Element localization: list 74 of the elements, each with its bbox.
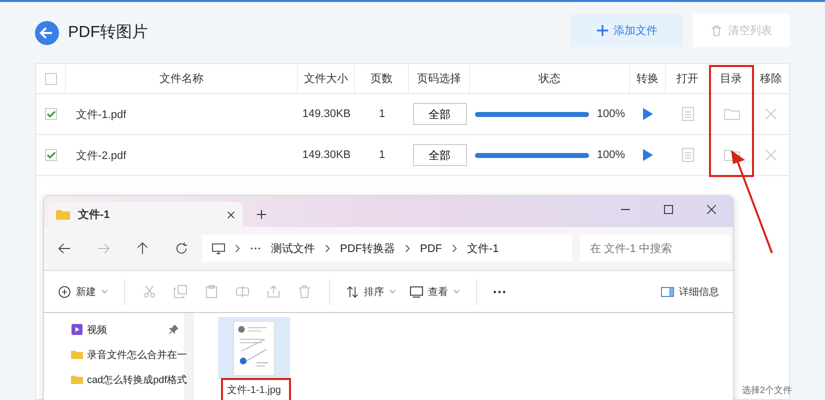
explorer-tab[interactable]: 文件-1 bbox=[48, 202, 243, 227]
breadcrumb-item[interactable]: PDF bbox=[420, 242, 442, 254]
new-tab-icon[interactable] bbox=[257, 210, 266, 219]
chevron-icon bbox=[452, 244, 457, 253]
select-all-checkbox[interactable] bbox=[44, 72, 56, 84]
more-icon[interactable] bbox=[250, 247, 261, 250]
sidebar-item[interactable]: cad怎么转换成pdf格式 bbox=[71, 367, 184, 392]
folder-icon[interactable] bbox=[724, 149, 740, 161]
file-size: 149.30KB bbox=[302, 149, 351, 161]
trash-icon bbox=[711, 25, 722, 36]
chevron-icon bbox=[405, 244, 410, 253]
more-icon[interactable] bbox=[493, 290, 506, 294]
up-arrow-icon[interactable] bbox=[136, 242, 149, 255]
column-header: 页码选择 bbox=[417, 72, 461, 86]
page-select-button[interactable]: 全部 bbox=[412, 144, 466, 166]
breadcrumb-item[interactable]: 测试文件 bbox=[271, 241, 315, 256]
folder-icon bbox=[56, 209, 70, 220]
play-icon[interactable] bbox=[643, 149, 653, 161]
image-thumbnail[interactable] bbox=[233, 320, 275, 376]
page-count: 1 bbox=[378, 108, 386, 120]
panel-icon bbox=[661, 286, 674, 298]
sort-button[interactable]: 排序 bbox=[342, 282, 400, 302]
search-field[interactable]: 在 文件-1 中搜索 bbox=[580, 235, 730, 262]
row-checkbox[interactable] bbox=[45, 149, 57, 161]
back-icon[interactable] bbox=[35, 20, 59, 44]
column-header: 目录 bbox=[720, 72, 742, 86]
file-name: 文件-1.pdf bbox=[76, 108, 126, 122]
file-size: 149.30KB bbox=[302, 108, 351, 120]
page-select-button[interactable]: 全部 bbox=[412, 103, 466, 125]
file-name[interactable]: 文件-1-1.jpg bbox=[227, 383, 281, 397]
column-header: 文件名称 bbox=[160, 72, 204, 86]
column-header: 转换 bbox=[636, 72, 658, 86]
column-header: 页数 bbox=[370, 72, 392, 86]
plus-circle-icon bbox=[58, 286, 71, 298]
caret-icon bbox=[101, 289, 108, 294]
close-icon[interactable] bbox=[707, 205, 716, 214]
plus-icon bbox=[596, 25, 608, 36]
page-title: PDF转图片 bbox=[68, 22, 148, 43]
folder-icon bbox=[71, 374, 83, 385]
refresh-icon[interactable] bbox=[175, 242, 188, 255]
details-button[interactable]: 详细信息 bbox=[657, 282, 723, 302]
play-icon[interactable] bbox=[643, 108, 653, 120]
column-header: 打开 bbox=[676, 72, 698, 86]
folder-icon bbox=[71, 349, 83, 360]
caret-icon bbox=[389, 289, 396, 294]
chevron-icon bbox=[325, 244, 330, 253]
column-header: 文件大小 bbox=[304, 72, 348, 86]
row-checkbox[interactable] bbox=[45, 108, 57, 120]
selection-status: 选择2个文件 bbox=[742, 384, 792, 397]
pin-icon bbox=[169, 325, 178, 334]
caret-icon bbox=[453, 289, 460, 294]
column-header: 状态 bbox=[538, 72, 560, 86]
monitor-icon bbox=[410, 286, 423, 298]
tab-title: 文件-1 bbox=[78, 208, 111, 222]
progress-reading: 100% bbox=[596, 108, 626, 120]
sidebar-item[interactable]: 视频 bbox=[71, 317, 184, 342]
close-icon[interactable] bbox=[227, 210, 235, 218]
breadcrumb-item[interactable]: PDF转换器 bbox=[340, 241, 395, 256]
sidebar-item[interactable]: 录音文件怎么合并在一 bbox=[71, 342, 184, 367]
add-file-button[interactable]: 添加文件 bbox=[571, 14, 683, 47]
column-header: 移除 bbox=[760, 72, 782, 86]
file-name: 文件-2.pdf bbox=[76, 148, 126, 162]
progress-reading: 100% bbox=[596, 149, 626, 161]
address-bar[interactable]: 测试文件 PDF转换器 PDF 文件-1 bbox=[202, 235, 572, 262]
sort-icon bbox=[346, 286, 359, 298]
new-button[interactable]: 新建 bbox=[54, 282, 112, 302]
maximize-icon[interactable] bbox=[664, 205, 673, 214]
chevron-icon bbox=[235, 244, 240, 253]
video-icon bbox=[71, 324, 83, 335]
view-button[interactable]: 查看 bbox=[406, 282, 464, 302]
back-arrow-icon[interactable] bbox=[58, 242, 71, 255]
breadcrumb-item[interactable]: 文件-1 bbox=[467, 241, 499, 256]
page-count: 1 bbox=[378, 149, 386, 161]
monitor-icon bbox=[212, 242, 225, 254]
